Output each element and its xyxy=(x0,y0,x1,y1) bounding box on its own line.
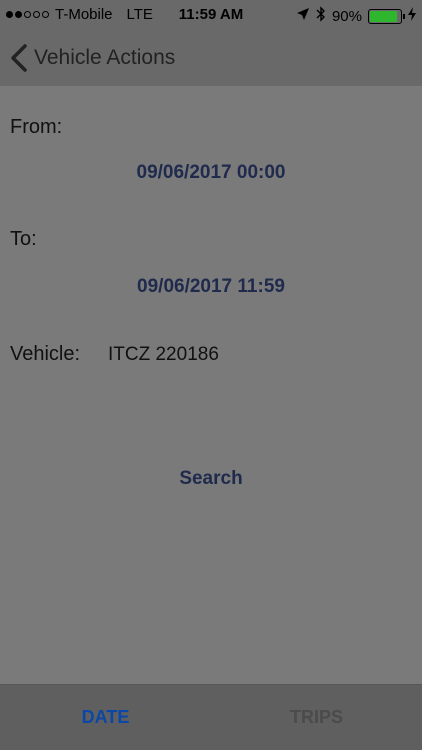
vehicle-actions-form: From: 09/06/2017 00:00 To: 09/06/2017 11… xyxy=(0,86,422,684)
chevron-left-icon xyxy=(10,44,28,72)
tab-date[interactable]: DATE xyxy=(0,685,211,750)
battery-percent: 90% xyxy=(331,7,362,25)
battery-fill xyxy=(370,10,397,22)
from-date-field[interactable]: 09/06/2017 00:00 xyxy=(0,162,422,184)
bluetooth-icon xyxy=(316,6,326,26)
battery-icon xyxy=(368,8,405,24)
status-right: 90% xyxy=(296,6,416,26)
tab-trips[interactable]: TRIPS xyxy=(211,685,422,750)
tab-bar: DATE TRIPS xyxy=(0,684,422,750)
charging-bolt-icon xyxy=(408,7,416,25)
to-date-field[interactable]: 09/06/2017 11:59 xyxy=(0,276,422,298)
nav-bar: Vehicle Actions xyxy=(0,30,422,86)
from-label: From: xyxy=(10,116,63,138)
vehicle-selector[interactable]: ITCZ 220186 xyxy=(108,344,219,366)
search-button[interactable]: Search xyxy=(0,468,422,490)
back-button[interactable] xyxy=(0,30,28,86)
vehicle-label: Vehicle: xyxy=(10,343,81,365)
status-bar: T-Mobile LTE 11:59 AM 90% xyxy=(0,0,422,30)
location-arrow-icon xyxy=(296,7,310,25)
page-title: Vehicle Actions xyxy=(34,46,176,69)
to-label: To: xyxy=(10,228,37,250)
